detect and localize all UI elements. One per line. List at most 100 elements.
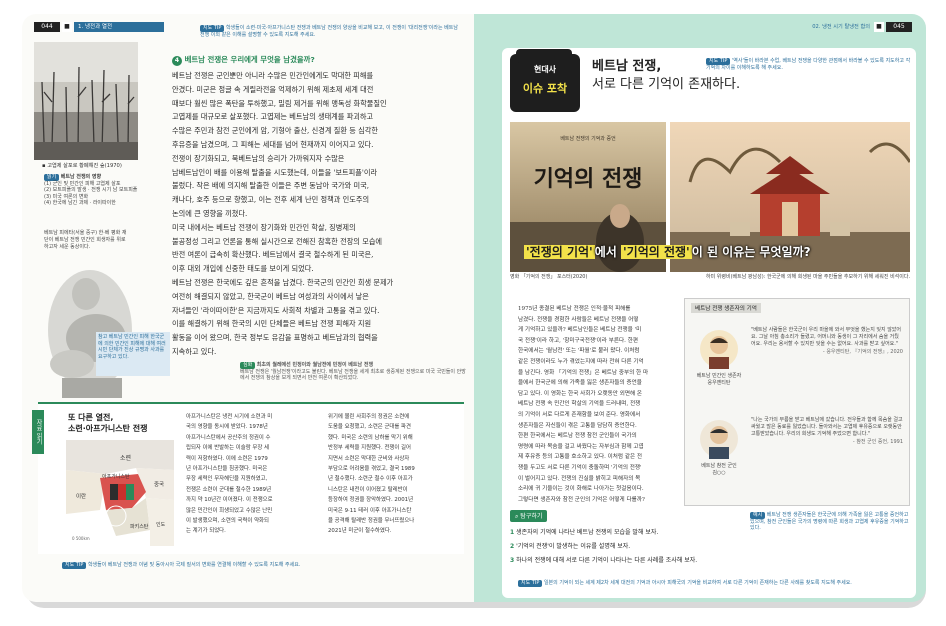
body-line: 베트남 전쟁 속 민간인 학살의 기억을 드러내며, 전쟁	[518, 401, 641, 408]
body-line: 이 벌어지고 있다. 전쟁의 진실을 밝히고 피해자의 목	[518, 475, 641, 482]
body-line: 논의에 큰 영향을 끼쳤다.	[172, 208, 248, 218]
left-body-text: 베트남 전쟁은 군인뿐만 아니라 수많은 민간인에게도 막대한 피해를 안겼다. …	[172, 69, 464, 359]
right-bottom-tip: 지도 TIP 일본의 기억이 되는 세계 제2차 세계 대전의 기억과 아시아 …	[518, 580, 898, 587]
explore-questions: 1 생존자의 기억에 나타난 베트남 전쟁의 모습을 말해 보자. 2 '기억의…	[510, 526, 746, 568]
survivor-avatar	[700, 330, 738, 369]
explore-tip-text: 베트남 전쟁 생존자들은 한국군에 의해 가족을 잃은 고통을 증언하고 있으며…	[750, 512, 909, 531]
poster-small-text: 베트남 전쟁의 기억과 증언	[560, 135, 616, 142]
body-line: 했다. 미국은 소련의 남하를 막기 위해	[328, 434, 413, 441]
testimony-box: 베트남 전쟁 생존자의 기억 베트남 민간인 생존자 응우옌티탄 "베트남 사람…	[684, 298, 910, 506]
body-line: 지속하고 있다.	[172, 346, 217, 356]
afghan-title-line1: 또 다른 열전,	[68, 413, 114, 422]
body-line: 불렀다. 작은 배에 의지해 탈출한 이들은 주변 동남아 국가와 미국,	[172, 181, 370, 191]
photo1-caption: ▪ 고엽제 살포로 황폐해진 숲(1970)	[42, 162, 142, 170]
explore-q2: 2 '기억의 전쟁'이 발생하는 이유를 설명해 보자.	[510, 543, 631, 550]
body-line: 년 철수했다. 소련군 철수 이후 아프가	[328, 476, 413, 483]
body-line: 안겼다. 미군은 정글 속 게릴라전을 억제하기 위해 제초제 세계 대전	[172, 84, 374, 94]
body-line: 고엽제를 대규모로 살포했다. 고엽제는 베트남의 생태계를 파괴하고	[172, 112, 374, 122]
map-label-iran: 이란	[76, 492, 86, 500]
body-line: 을 공격해 탈레반 정권을 무너뜨렸으나	[328, 518, 415, 525]
body-line: 이후 대외 개입에 신중한 태도를 보이게 되었다.	[172, 264, 314, 274]
body-line: 등장하여 정권을 장악하였다. 2001년	[328, 497, 414, 504]
right-title-tip: 지도 TIP '역사'들이 바라본 수업, 베트남 전쟁을 다양한 관점에서 바…	[706, 58, 912, 71]
body-line: 명령에 따라 목숨을 걸고 싸웠다는 자부심과 함께 고엽	[518, 443, 644, 450]
body-line: 2021년 미군이 철수하였다.	[328, 528, 392, 535]
right-chapter: 02. 냉전 시기 탈냉전 합의	[812, 24, 870, 30]
body-line: 여전히 해결되지 않았고, 한국군이 베트남 여성과의 사이에서 낳은	[172, 291, 369, 301]
badge-line2: 이슈 포착	[522, 82, 568, 95]
person1-name: 응우옌티탄	[707, 379, 731, 386]
body-line: 자녀들인 '라이따이한'은 지금까지도 사회적 차별과 고통을 겪고 있다.	[172, 305, 380, 315]
body-line: 을에서 한국군에 의해 가족을 잃은 생존자들의 증언을	[518, 380, 642, 387]
question-banner: '전쟁의 기억' 에서 '기억의 전쟁' 이 된 이유는 무엇일까?	[510, 238, 910, 266]
right-bottom-tip-text: 일본의 기억이 되는 세계 제2차 세계 대전의 기억과 아시아 피해국의 기억…	[543, 580, 852, 586]
page-number: 044	[34, 22, 60, 32]
right-section-marker: ■	[874, 22, 884, 32]
body-line: 캐나다, 호주 등으로 향했고, 이는 전후 세계 난민 정책과 인도주의	[172, 195, 370, 205]
body-line: 국 전쟁'이라 하고, '항미구국전쟁'이라 부른다. 한편	[518, 337, 638, 344]
body-line: 수많은 주민과 참전 군인에게 암, 기형아 출산, 신경계 질환 등 심각한	[172, 126, 378, 136]
left-page: 044 ■ 1. 냉전과 열전 지도 TIP 학생들이 소련·미국·아프가니스탄…	[22, 14, 474, 602]
map-label-ussr: 소련	[120, 455, 131, 462]
badge-line1: 현대사	[533, 65, 557, 74]
testimony-title: 베트남 전쟁 생존자의 기억	[691, 303, 761, 313]
photo1-notes: 읽기 베트남 전쟁의 영향 (1) 군인 및 민간인 피해 고엽제 살포 (2)…	[44, 174, 144, 207]
body-line: 베트남 전쟁은 한국에도 깊은 흔적을 남겼다. 한국군의 민간인 희생 문제가	[172, 277, 394, 287]
body-line: 의 기억이 서로 다르게 존재함을 보여 준다. 영화에서	[518, 411, 641, 418]
deep-dive-title: 최초의 월레에선 민정이와 월남전에 민정이 베트남 전쟁	[256, 362, 374, 368]
body-line: 부담으로 어려움을 겪었고, 결국 1989	[328, 466, 415, 473]
body-line: 니스탄은 내전이 이어졌고 탈레반이	[328, 486, 408, 493]
body-line: 그렇다면 생존자와 참전 군인의 기억은 어떻게 다를까?	[518, 496, 645, 503]
section-marker: ■	[62, 22, 72, 32]
body-line: 남베트남인이 배를 이용해 탈출을 시도했는데, 이들을 '보트피플'이라	[172, 167, 378, 177]
notes-item: (2) 보트피플의 발생 · 전쟁 시기 남 보트피플	[44, 187, 138, 193]
notes-title: 베트남 전쟁의 영향	[60, 174, 102, 180]
sidebar-label: 자료 읽기	[32, 410, 44, 454]
body-line: 소리에 귀 기울이는 것이 화해로 나아가는 첫걸음이다.	[518, 486, 644, 493]
body-line: 무장 세력인 무자헤딘을 지원하였고,	[186, 476, 268, 483]
afghan-title-line2: 소련·아프가니스탄 전쟁	[68, 424, 148, 433]
person1-role: 베트남 민간인 생존자	[696, 373, 742, 379]
right-title-line2: 서로 다른 기억이 존재하다.	[592, 77, 741, 92]
map-label-afghanistan: 아프가니스탄	[102, 473, 130, 480]
body-line: 미국은 9·11 테러 이후 아프가니스탄	[328, 507, 412, 514]
right-title-tip-text: '역사'들이 바라본 수업, 베트남 전쟁을 다양한 관점에서 바라볼 수 있도…	[706, 58, 911, 71]
section4-title: 4 베트남 전쟁은 우리에게 무엇을 남겼을까?	[172, 54, 315, 66]
body-line: 게 기억하고 있을까? 베트남인들은 베트남 전쟁을 '미	[518, 327, 642, 334]
body-line: 같은 전쟁이라도 누가 겪었는지에 따라 전혀 다른 기억	[518, 358, 644, 365]
veteran-avatar	[700, 420, 738, 459]
person1-label: 베트남 민간인 생존자 응우옌티탄	[693, 373, 745, 386]
afghan-war-box: 자료 읽기 또 다른 열전, 소련·아프가니스탄 전쟁 소련 아프가니스탄 이란…	[32, 402, 464, 554]
map-label-china: 중국	[154, 481, 164, 488]
camera-icon: ▪	[42, 163, 46, 169]
body-line: 력이 저항하였다. 이에 소련은 1979	[186, 455, 268, 462]
body-line: 아프가니스탄은 냉전 시기에 소련과 미	[186, 414, 273, 420]
chapter-title: 1. 냉전과 열전	[74, 22, 164, 32]
photo1-caption-text: 고엽제 살포로 황폐해진 숲(1970)	[47, 163, 122, 169]
quote1-text: "베트남 사람들은 한국군이 우리 마을에 와서 무엇을 했는지 잊지 않았어요…	[751, 327, 902, 348]
explore-q2-text: '기억의 전쟁'이 발생하는 이유를 설명해 보자.	[516, 543, 631, 550]
body-line: 도움을 요청했고, 소련은 군대를 파견	[328, 424, 411, 431]
poster-title: 기억의 전쟁	[534, 166, 643, 192]
body-line: 반정부 세력을 지원했다. 전쟁이 길어	[328, 445, 411, 452]
explore-q1: 1 생존자의 기억에 나타난 베트남 전쟁의 모습을 말해 보자.	[510, 529, 659, 536]
explore-section: ⌕ 탐구하기 1 생존자의 기억에 나타난 베트남 전쟁의 모습을 말해 보자.…	[510, 510, 909, 576]
explore-label-text: 탐구하기	[520, 513, 543, 520]
map-label-india: 인도	[156, 521, 166, 528]
map-scale: 0 500km	[72, 536, 90, 541]
bottom-tip-tag: 지도 TIP	[62, 562, 87, 569]
quote2-source: - 참전 군인 증언, 1991	[852, 438, 903, 445]
body-line: 립되자 이에 반발하는 이슬람 무장 세	[186, 445, 269, 452]
body-line: 활동을 이어 왔으며, 한국 정부도 유감을 표명하고 베트남과의 협력을	[172, 333, 378, 343]
body-line: 을 남긴다. 영화 「기억의 전쟁」은 베트남 중부의 한 마	[518, 369, 649, 376]
body-line: 반전 여론이 급속히 확산했다. 베트남에서 결국 철수하게 된 미국은,	[172, 250, 374, 260]
right-page-number: 045	[886, 22, 912, 32]
right-header: 02. 냉전 시기 탈냉전 합의 ■ 045	[770, 22, 920, 32]
notes-item: (4) 한국에 남긴 과제 · 라이따이한	[44, 200, 116, 206]
search-icon: ⌕	[515, 513, 519, 520]
tip-text: 학생들이 소련·미국·아프가니스탄 전쟁과 베트남 전쟁의 양상을 비교해 보고…	[200, 25, 458, 38]
bottom-tip-text: 학생들이 베트남 전쟁과 이념 및 동아시아 국제 질서의 변화를 연결해 이해…	[87, 562, 301, 568]
body-line: 생존자들은 자신들이 겪은 고통을 담담히 증언한다.	[518, 422, 637, 429]
banner-part2: 에서	[594, 245, 621, 259]
statue-note: 참고 베트남 민간인 피해 한국군에 의한 민간인 피해에 대해 여러 시민 단…	[96, 332, 170, 376]
